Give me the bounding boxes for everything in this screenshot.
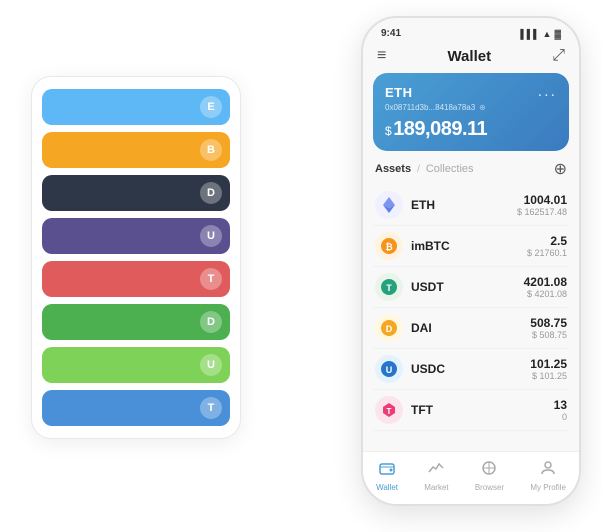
card-row-4[interactable]: T [42, 261, 230, 297]
eth-card-menu[interactable]: ... [538, 83, 557, 101]
eth-card-top: ETH ... [385, 83, 557, 101]
asset-row-eth[interactable]: ETH 1004.01 $ 162517.48 [373, 185, 569, 226]
menu-icon[interactable]: ≡ [377, 47, 386, 65]
card-row-icon-2: D [200, 182, 222, 204]
card-row-icon-1: B [200, 139, 222, 161]
dai-asset-amount: 508.75 [530, 316, 567, 330]
wallet-nav-label: Wallet [376, 483, 398, 492]
usdt-asset-values: 4201.08 $ 4201.08 [524, 275, 567, 299]
dai-asset-icon: D [375, 314, 403, 342]
card-row-icon-5: D [200, 311, 222, 333]
scene: E B D U T D U T 9:41 ▌▌▌ ▲ [21, 16, 581, 516]
tab-collecties[interactable]: Collecties [426, 163, 474, 175]
tft-asset-icon: T [375, 396, 403, 424]
usdc-asset-amount: 101.25 [530, 357, 567, 371]
usdt-asset-amount: 4201.08 [524, 275, 567, 289]
market-nav-label: Market [424, 483, 448, 492]
card-row-icon-7: T [200, 397, 222, 419]
usdt-asset-usd: $ 4201.08 [524, 289, 567, 299]
assets-tabs: Assets / Collecties [375, 163, 474, 175]
svg-text:₿: ₿ [385, 242, 392, 252]
eth-asset-amount: 1004.01 [517, 193, 567, 207]
nav-wallet[interactable]: Wallet [376, 460, 398, 492]
imbtc-asset-amount: 2.5 [527, 234, 567, 248]
wifi-icon: ▲ [543, 29, 552, 39]
eth-asset-name: ETH [411, 198, 517, 212]
usdc-asset-icon: U [375, 355, 403, 383]
eth-card[interactable]: ETH ... 0x08711d3b...8418a78a3 ⊕ $189,08… [373, 73, 569, 151]
signal-icon: ▌▌▌ [520, 29, 539, 39]
svg-text:D: D [386, 324, 393, 334]
eth-asset-values: 1004.01 $ 162517.48 [517, 193, 567, 217]
card-row-5[interactable]: D [42, 304, 230, 340]
eth-card-label: ETH [385, 85, 413, 100]
tft-asset-values: 13 0 [554, 398, 567, 422]
expand-icon[interactable]: ⤢ [552, 47, 565, 65]
usdc-asset-name: USDC [411, 362, 530, 376]
card-row-icon-4: T [200, 268, 222, 290]
card-row-2[interactable]: D [42, 175, 230, 211]
status-icons: ▌▌▌ ▲ ▓ [520, 29, 561, 39]
assets-section: Assets / Collecties ⊕ ETH 1004.01 $ 1625… [363, 159, 579, 451]
eth-asset-usd: $ 162517.48 [517, 207, 567, 217]
battery-icon: ▓ [554, 29, 561, 39]
asset-row-usdt[interactable]: T USDT 4201.08 $ 4201.08 [373, 267, 569, 308]
usdt-asset-icon: T [375, 273, 403, 301]
card-row-icon-3: U [200, 225, 222, 247]
tft-asset-amount: 13 [554, 398, 567, 412]
page-title: Wallet [447, 48, 491, 65]
card-row-7[interactable]: T [42, 390, 230, 426]
phone-header: ≡ Wallet ⤢ [363, 43, 579, 73]
browser-nav-icon [481, 460, 497, 481]
card-row-0[interactable]: E [42, 89, 230, 125]
asset-row-tft[interactable]: T TFT 13 0 [373, 390, 569, 431]
card-row-icon-6: U [200, 354, 222, 376]
add-asset-button[interactable]: ⊕ [554, 159, 567, 179]
imbtc-asset-values: 2.5 $ 21760.1 [527, 234, 567, 258]
dai-asset-name: DAI [411, 321, 530, 335]
card-row-6[interactable]: U [42, 347, 230, 383]
bottom-nav: Wallet Market Browser My Profile [363, 451, 579, 504]
eth-balance-prefix: $ [385, 124, 391, 138]
phone: 9:41 ▌▌▌ ▲ ▓ ≡ Wallet ⤢ ETH ... 0x08711d… [361, 16, 581, 506]
usdt-asset-name: USDT [411, 280, 524, 294]
svg-text:U: U [386, 365, 393, 375]
usdc-asset-values: 101.25 $ 101.25 [530, 357, 567, 381]
eth-balance: $189,089.11 [385, 118, 557, 141]
profile-nav-label: My Profile [530, 483, 566, 492]
assets-header: Assets / Collecties ⊕ [373, 159, 569, 179]
browser-nav-label: Browser [475, 483, 504, 492]
dai-asset-usd: $ 508.75 [530, 330, 567, 340]
time-display: 9:41 [381, 28, 401, 39]
card-stack: E B D U T D U T [31, 76, 241, 439]
tab-assets[interactable]: Assets [375, 163, 411, 175]
market-nav-icon [428, 460, 444, 481]
tft-asset-usd: 0 [554, 412, 567, 422]
card-row-icon-0: E [200, 96, 222, 118]
card-row-1[interactable]: B [42, 132, 230, 168]
copy-icon[interactable]: ⊕ [479, 103, 486, 112]
nav-browser[interactable]: Browser [475, 460, 504, 492]
svg-text:T: T [386, 283, 392, 293]
card-row-3[interactable]: U [42, 218, 230, 254]
eth-address: 0x08711d3b...8418a78a3 ⊕ [385, 103, 557, 112]
imbtc-asset-usd: $ 21760.1 [527, 248, 567, 258]
profile-nav-icon [540, 460, 556, 481]
usdc-asset-usd: $ 101.25 [530, 371, 567, 381]
nav-market[interactable]: Market [424, 460, 448, 492]
dai-asset-values: 508.75 $ 508.75 [530, 316, 567, 340]
status-bar: 9:41 ▌▌▌ ▲ ▓ [363, 18, 579, 43]
imbtc-asset-icon: ₿ [375, 232, 403, 260]
asset-row-imbtc[interactable]: ₿ imBTC 2.5 $ 21760.1 [373, 226, 569, 267]
asset-row-dai[interactable]: D DAI 508.75 $ 508.75 [373, 308, 569, 349]
asset-row-usdc[interactable]: U USDC 101.25 $ 101.25 [373, 349, 569, 390]
imbtc-asset-name: imBTC [411, 239, 527, 253]
svg-text:T: T [387, 407, 392, 416]
eth-asset-icon [375, 191, 403, 219]
tft-asset-name: TFT [411, 403, 554, 417]
nav-profile[interactable]: My Profile [530, 460, 566, 492]
wallet-nav-icon [379, 460, 395, 481]
tab-divider: / [417, 164, 420, 175]
